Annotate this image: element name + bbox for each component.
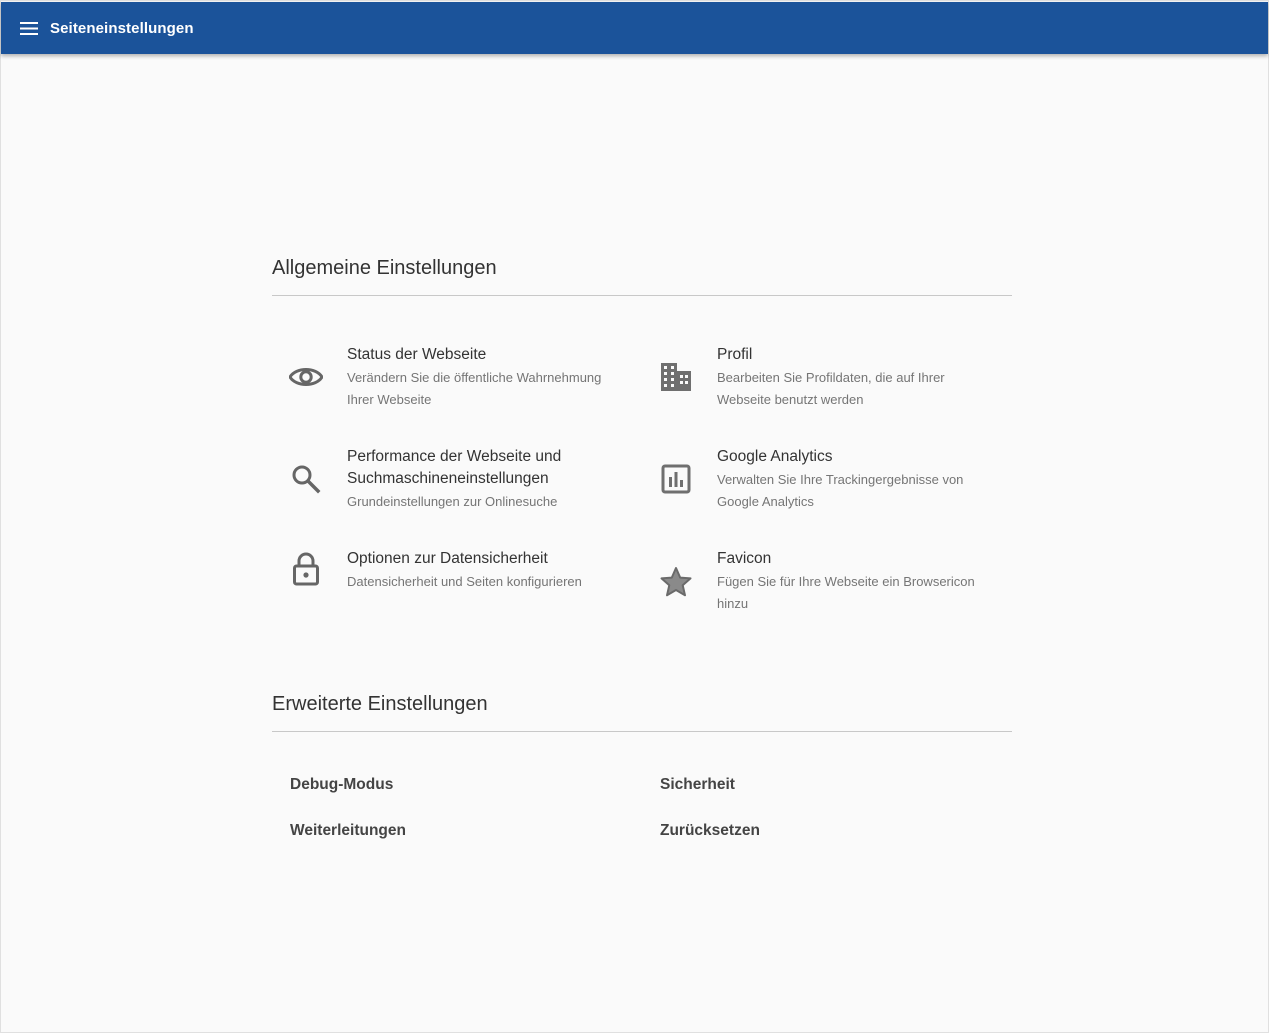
- setting-description: Fügen Sie für Ihre Webseite ein Browseri…: [717, 574, 975, 611]
- eye-icon: [289, 360, 323, 394]
- setting-title: Favicon: [717, 550, 772, 567]
- setting-description: Grundeinstellungen zur Onlinesuche: [347, 494, 558, 509]
- search-icon: [289, 462, 323, 496]
- redirects-link[interactable]: Weiterleitungen: [290, 822, 406, 840]
- menu-icon[interactable]: [19, 18, 39, 38]
- setting-text: Favicon Fügen Sie für Ihre Webseite ein …: [717, 548, 987, 615]
- page-title: Seiteneinstellungen: [50, 19, 194, 37]
- setting-description: Bearbeiten Sie Profildaten, die auf Ihre…: [717, 370, 945, 407]
- setting-text: Profil Bearbeiten Sie Profildaten, die a…: [717, 344, 987, 411]
- advanced-divider: [272, 731, 1012, 732]
- lock-icon: [289, 552, 323, 586]
- setting-title: Status der Webseite: [347, 346, 487, 363]
- setting-title: Google Analytics: [717, 448, 833, 465]
- setting-text: Google Analytics Verwalten Sie Ihre Trac…: [717, 446, 987, 513]
- advanced-settings-heading: Erweiterte Einstellungen: [272, 693, 488, 715]
- general-settings-heading: Allgemeine Einstellungen: [272, 257, 497, 279]
- page-frame: [0, 0, 1269, 1033]
- building-icon: [659, 360, 693, 394]
- setting-title: Profil: [717, 346, 753, 363]
- setting-description: Datensicherheit und Seiten konfigurieren: [347, 574, 582, 589]
- star-icon: [659, 565, 693, 599]
- debug-mode-link[interactable]: Debug-Modus: [290, 776, 393, 794]
- bar-chart-icon: [659, 462, 693, 496]
- reset-link[interactable]: Zurücksetzen: [660, 822, 760, 840]
- setting-description: Verwalten Sie Ihre Trackingergebnisse vo…: [717, 472, 964, 509]
- setting-title: Performance der Webseite und Suchmaschin…: [347, 448, 562, 487]
- security-link[interactable]: Sicherheit: [660, 776, 735, 794]
- setting-description: Verändern Sie die öffentliche Wahrnehmun…: [347, 370, 602, 407]
- setting-text: Status der Webseite Verändern Sie die öf…: [347, 344, 617, 411]
- setting-title: Optionen zur Datensicherheit: [347, 550, 548, 567]
- setting-text: Performance der Webseite und Suchmaschin…: [347, 446, 617, 513]
- setting-text: Optionen zur Datensicherheit Datensicher…: [347, 548, 617, 593]
- general-divider: [272, 295, 1012, 296]
- app-bar: Seiteneinstellungen: [1, 2, 1268, 54]
